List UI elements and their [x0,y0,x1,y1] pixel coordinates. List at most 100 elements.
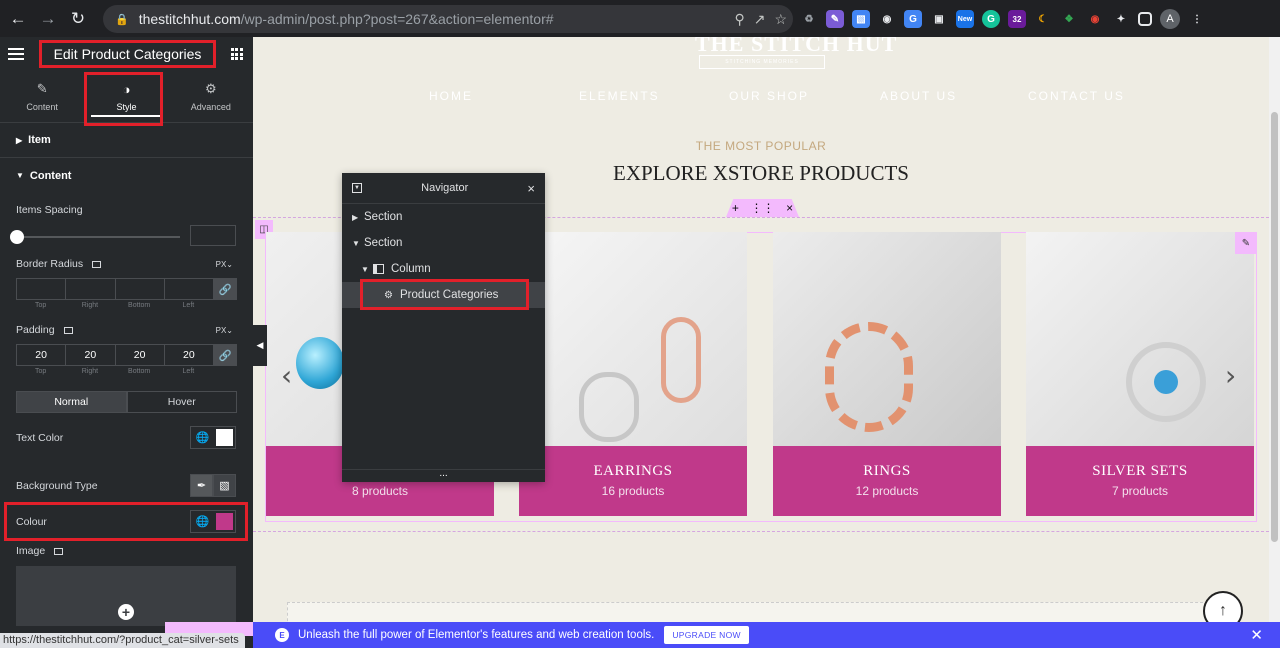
menu-item-about-us[interactable]: ABOUT US [880,89,1028,103]
section-handle[interactable]: + ⋮⋮ × [726,199,799,217]
grammarly-extension-icon[interactable]: G [982,10,1000,28]
leaf-extension-icon[interactable]: ❖ [1060,10,1078,28]
navigator-resize-handle[interactable]: ... [342,469,545,482]
navigator-item-label: Section [364,211,403,223]
carousel-next-icon[interactable]: › [1225,359,1236,392]
scrollbar-thumb[interactable] [1271,112,1278,542]
category-card[interactable]: SILVER SETS 7 products [1026,232,1254,518]
recycle-extension-icon[interactable]: ♻ [800,10,818,28]
text-color-swatch[interactable] [216,429,233,446]
add-image-icon[interactable]: + [118,604,134,620]
earring-graphic [579,372,639,442]
navigator-panel: ▼ Navigator × ▶ Section ▼ Section ▼ Colu… [342,173,545,482]
tab-normal[interactable]: Normal [16,391,127,413]
navigator-header[interactable]: ▼ Navigator × [342,173,545,204]
color-extension-icon[interactable]: ◉ [1086,10,1104,28]
border-radius-bottom-input[interactable] [114,278,164,300]
text-color-picker[interactable]: 🌐 [190,426,236,449]
site-logo[interactable]: THE STITCH HUT [695,37,897,57]
link-values-icon[interactable]: 🔗 [213,344,237,366]
responsive-desktop-icon[interactable] [92,260,102,268]
link-values-icon[interactable]: 🔗 [213,278,237,300]
close-icon[interactable]: × [527,181,535,196]
globe-extension-icon[interactable]: ◉ [878,10,896,28]
pen-extension-icon[interactable]: ✎ [826,10,844,28]
border-radius-right-input[interactable] [65,278,115,300]
dim-label-bottom: Bottom [128,302,151,309]
translate-extension-icon[interactable]: G [904,10,922,28]
padding-unit[interactable]: PX⌄ [216,326,233,335]
responsive-desktop-icon[interactable] [54,547,64,555]
moon-extension-icon[interactable]: ☾ [1034,10,1052,28]
camera-extension-icon[interactable]: ▣ [930,10,948,28]
items-spacing-input[interactable] [190,225,236,246]
padding-bottom-input[interactable]: 20 [114,344,164,366]
tab-content[interactable]: ✎ Content [0,71,84,122]
menu-item-our-shop[interactable]: OUR SHOP [729,89,880,103]
docs-extension-icon[interactable]: ▧ [852,10,870,28]
tab-hover[interactable]: Hover [126,391,237,413]
tab-style[interactable]: ◑ Style [84,71,168,122]
image-chooser[interactable]: + [16,566,236,626]
status-bar-url: https://thestitchhut.com/?product_cat=si… [0,633,245,648]
collapse-panel-icon[interactable]: ◀ [253,325,267,366]
menu-item-elements[interactable]: ELEMENTS [579,89,729,103]
address-bar[interactable]: 🔒 thestitchhut.com /wp-admin/post.php?po… [103,5,793,33]
global-colors-icon[interactable]: 🌐 [191,427,214,448]
padding-top-input[interactable]: 20 [16,344,66,366]
drag-section-icon[interactable]: ⋮⋮ [751,201,775,215]
category-card[interactable]: RINGS 12 products [773,232,1001,518]
slider-handle[interactable] [10,230,24,244]
upgrade-now-button[interactable]: UPGRADE NOW [664,626,749,644]
back-to-top-icon[interactable]: ↑ [1203,591,1243,622]
hamburger-menu-icon[interactable] [8,48,24,60]
count-extension-icon[interactable]: 32 [1008,10,1026,28]
dim-label-left: Left [182,302,195,309]
page-scrollbar[interactable] [1269,37,1280,622]
padding-left-input[interactable]: 20 [163,344,213,366]
puzzle-extensions-icon[interactable]: ✦ [1112,10,1130,28]
border-radius-left-input[interactable] [163,278,213,300]
category-name: EARRINGS [593,463,673,479]
profile-avatar[interactable]: A [1160,9,1180,29]
browser-menu-icon[interactable]: ⋮ [1188,10,1206,28]
reload-icon[interactable]: ↻ [63,4,93,34]
caret-down-icon[interactable]: ▼ [352,239,364,248]
caret-right-icon: ▶ [16,135,23,145]
panel-title: Edit Product Categories [38,40,217,68]
back-icon[interactable]: ← [3,4,33,34]
category-card[interactable]: EARRINGS 16 products [519,232,747,518]
menu-item-contact-us[interactable]: CONTACT US [1028,89,1125,103]
add-section-icon[interactable]: + [732,201,739,215]
caret-down-icon[interactable]: ▼ [361,265,373,274]
brush-classic-icon[interactable]: ✒ [190,474,213,497]
gem-graphic [296,337,344,389]
section-item-toggle[interactable]: ▶ Item [0,123,253,158]
sidepanel-icon[interactable] [1138,12,1152,26]
new-extension-icon[interactable]: New [956,10,974,28]
tab-advanced[interactable]: ⚙ Advanced [169,71,253,122]
responsive-desktop-icon[interactable] [63,326,73,334]
edit-widget-icon[interactable]: ✎ [1235,232,1257,254]
navigator-item-section[interactable]: ▶ Section [342,204,545,230]
gradient-icon[interactable]: ▧ [213,474,236,497]
close-banner-icon[interactable]: ✕ [1250,626,1263,644]
bookmark-star-icon[interactable]: ☆ [774,11,787,28]
navigator-item-section[interactable]: ▼ Section [342,230,545,256]
border-radius-top-input[interactable] [16,278,66,300]
collapse-all-icon[interactable]: ▼ [352,183,362,193]
caret-right-icon[interactable]: ▶ [352,213,364,222]
banner-text: Unleash the full power of Elementor's fe… [298,629,655,641]
carousel-prev-icon[interactable]: ‹ [281,359,292,392]
widgets-grid-icon[interactable] [230,48,243,60]
forward-icon[interactable]: → [33,4,63,34]
share-icon[interactable]: ↗ [754,11,766,28]
section-content-toggle[interactable]: ▼ Content [0,158,253,193]
items-spacing-slider[interactable] [10,230,180,244]
border-radius-unit[interactable]: PX⌄ [216,260,233,269]
zoom-icon[interactable]: ⚲ [734,11,744,28]
close-section-icon[interactable]: × [786,201,793,215]
padding-right-input[interactable]: 20 [65,344,115,366]
menu-item-home[interactable]: HOME [429,89,579,103]
category-count: 16 products [601,484,665,498]
